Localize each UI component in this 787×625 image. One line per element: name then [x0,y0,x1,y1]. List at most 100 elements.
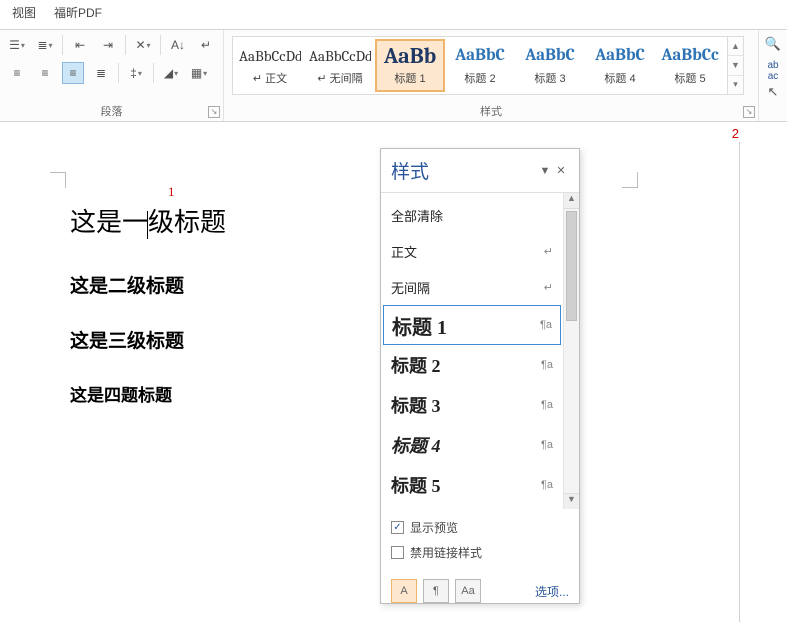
pane-item-label: 标题 1 [392,311,540,340]
disable-linked-checkbox[interactable]: 禁用链接样式 [391,544,569,561]
page-number: 2 [732,126,739,141]
cursor-marker: 1 [168,184,175,200]
doc-heading-1[interactable]: 1 这是一级标题 [70,202,226,239]
document-page[interactable]: 1 这是一级标题 这是二级标题 这是三级标题 这是四题标题 [0,142,740,622]
style-gallery-item[interactable]: AaBbC标题 2 [446,40,514,91]
style-gallery-item[interactable]: AaBbCcDd↵ 无间隔 [306,40,374,91]
paragraph-mark-icon: ¶a [541,439,553,451]
ribbon: ☰▾ ≣▾ ⇤ ⇥ ✕▾ A↓ ↵ ≡ ≡ ≡ ≣ ‡▾ ◢▾ ▦▾ [0,30,787,122]
find-icon[interactable]: 🔍 [763,36,783,54]
menu-tabs: 视图 福昕PDF [0,0,787,30]
pane-close-icon[interactable]: ✕ [553,164,569,177]
doc-heading-3[interactable]: 这是三级标题 [70,326,226,353]
tab-foxit[interactable]: 福昕PDF [50,2,106,23]
select-icon[interactable]: ↖ [763,84,783,102]
style-name-label: ↵ 无间隔 [309,70,371,86]
paragraph-mark-icon: ↵ [544,245,553,258]
style-name-label: 标题 4 [589,70,651,86]
line-spacing-button[interactable]: ‡▾ [125,62,147,84]
styles-pane-item[interactable]: 标题 4¶a [381,425,563,465]
pane-dropdown-icon[interactable]: ▼ [537,165,553,177]
margin-marker-tr [622,172,638,188]
margin-marker-tl [50,172,66,188]
align-center-button[interactable]: ≡ [34,62,56,84]
gallery-scroll: ▲ ▼ ▾ [728,36,744,95]
pane-scroll-up[interactable]: ▲ [564,193,579,209]
show-marks-button[interactable]: ↵ [195,34,217,56]
group-label-paragraph: 段落 [0,103,223,119]
style-gallery-item[interactable]: AaBb 标题 1 [376,40,444,91]
bullets-button[interactable]: ☰▾ [6,34,28,56]
style-gallery-item[interactable]: AaBbC 标题 4 [586,40,654,91]
paragraph-launcher[interactable]: ↘ [208,106,220,118]
replace-icon[interactable]: abac [763,60,783,78]
style-name-label: 标题 1 [379,70,441,86]
paragraph-mark-icon: ¶a [540,319,552,331]
pane-scrollbar: ▲ ▼ [563,193,579,509]
styles-pane-item[interactable]: 标题 1¶a [383,305,561,345]
styles-pane-item[interactable]: 标题 2¶a [381,345,563,385]
group-label-styles: 样式 [224,103,758,119]
gallery-scroll-down[interactable]: ▼ [728,56,743,75]
styles-pane-header: 样式 ▼ ✕ [381,149,579,193]
numbering-button[interactable]: ≣▾ [34,34,56,56]
pane-item-label: 标题 4 [391,432,541,458]
tab-view[interactable]: 视图 [8,2,40,23]
style-name-label: ↵ 正文 [239,70,301,86]
style-gallery-item[interactable]: AaBbCc标题 5 [656,40,724,91]
show-preview-checkbox[interactable]: ✓ 显示预览 [391,519,569,536]
gallery-scroll-up[interactable]: ▲ [728,37,743,56]
sort-button[interactable]: A↓ [167,34,189,56]
doc-heading-2[interactable]: 这是二级标题 [70,271,226,298]
style-preview-text: AaBb [379,45,441,67]
styles-pane-footer: A ¶ Aa 选项... [381,575,579,603]
styles-pane-item[interactable]: 正文↵ [381,233,563,269]
styles-pane-item[interactable]: 标题 3¶a [381,385,563,425]
styles-pane-list: 全部清除正文↵无间隔↵标题 1¶a标题 2¶a标题 3¶a标题 4¶a标题 5¶… [381,193,563,509]
style-inspector-button[interactable]: ¶ [423,579,449,603]
pane-item-label: 全部清除 [391,206,553,225]
pane-scroll-thumb[interactable] [566,211,577,321]
style-name-label: 标题 2 [449,70,511,86]
styles-pane-title: 样式 [391,157,537,184]
align-left-button[interactable]: ≡ [6,62,28,84]
pane-item-label: 正文 [391,242,544,261]
styles-pane-item[interactable]: 无间隔↵ [381,269,563,305]
shading-button[interactable]: ◢▾ [160,62,182,84]
paragraph-mark-icon: ↵ [544,281,553,294]
checkbox-unchecked-icon [391,546,404,559]
style-preview-text: AaBbC [589,45,651,67]
style-name-label: 标题 5 [659,70,721,86]
checkbox-checked-icon: ✓ [391,521,404,534]
align-justify-button[interactable]: ≣ [90,62,112,84]
style-gallery-item[interactable]: AaBbCcDd ↵ 正文 [236,40,304,91]
document-content[interactable]: 1 这是一级标题 这是二级标题 这是三级标题 这是四题标题 [70,202,226,406]
group-styles: AaBbCcDd↵ 正文AaBbCcDd↵ 无间隔AaBb标题 1AaBbC标题… [224,30,759,121]
align-right-button[interactable]: ≡ [62,62,84,84]
pane-options-link[interactable]: 选项... [535,583,569,600]
styles-pane-item[interactable]: 全部清除 [381,197,563,233]
styles-gallery: AaBbCcDd↵ 正文AaBbCcDd↵ 无间隔AaBb标题 1AaBbC标题… [232,36,728,95]
style-preview-text: AaBbCcDd [239,45,301,67]
styles-pane-options: ✓ 显示预览 禁用链接样式 [381,509,579,575]
styles-launcher[interactable]: ↘ [743,106,755,118]
manage-styles-button[interactable]: Aa [455,579,481,603]
increase-indent-button[interactable]: ⇥ [97,34,119,56]
pane-item-label: 标题 5 [391,472,541,498]
pane-scroll-track[interactable] [564,209,579,493]
pane-item-label: 标题 3 [391,392,541,418]
asian-layout-button[interactable]: ✕▾ [132,34,154,56]
pane-scroll-down[interactable]: ▼ [564,493,579,509]
style-gallery-item[interactable]: AaBbC标题 3 [516,40,584,91]
styles-pane: 样式 ▼ ✕ 全部清除正文↵无间隔↵标题 1¶a标题 2¶a标题 3¶a标题 4… [380,148,580,604]
group-paragraph: ☰▾ ≣▾ ⇤ ⇥ ✕▾ A↓ ↵ ≡ ≡ ≡ ≣ ‡▾ ◢▾ ▦▾ [0,30,224,121]
gallery-expand[interactable]: ▾ [728,76,743,94]
borders-button[interactable]: ▦▾ [188,62,210,84]
styles-pane-item[interactable]: 标题 5¶a [381,465,563,505]
doc-heading-4[interactable]: 这是四题标题 [70,381,226,406]
new-style-button[interactable]: A [391,579,417,603]
decrease-indent-button[interactable]: ⇤ [69,34,91,56]
paragraph-mark-icon: ¶a [541,359,553,371]
editing-group: 🔍 abac ↖ [759,30,787,121]
pane-item-label: 无间隔 [391,278,544,297]
